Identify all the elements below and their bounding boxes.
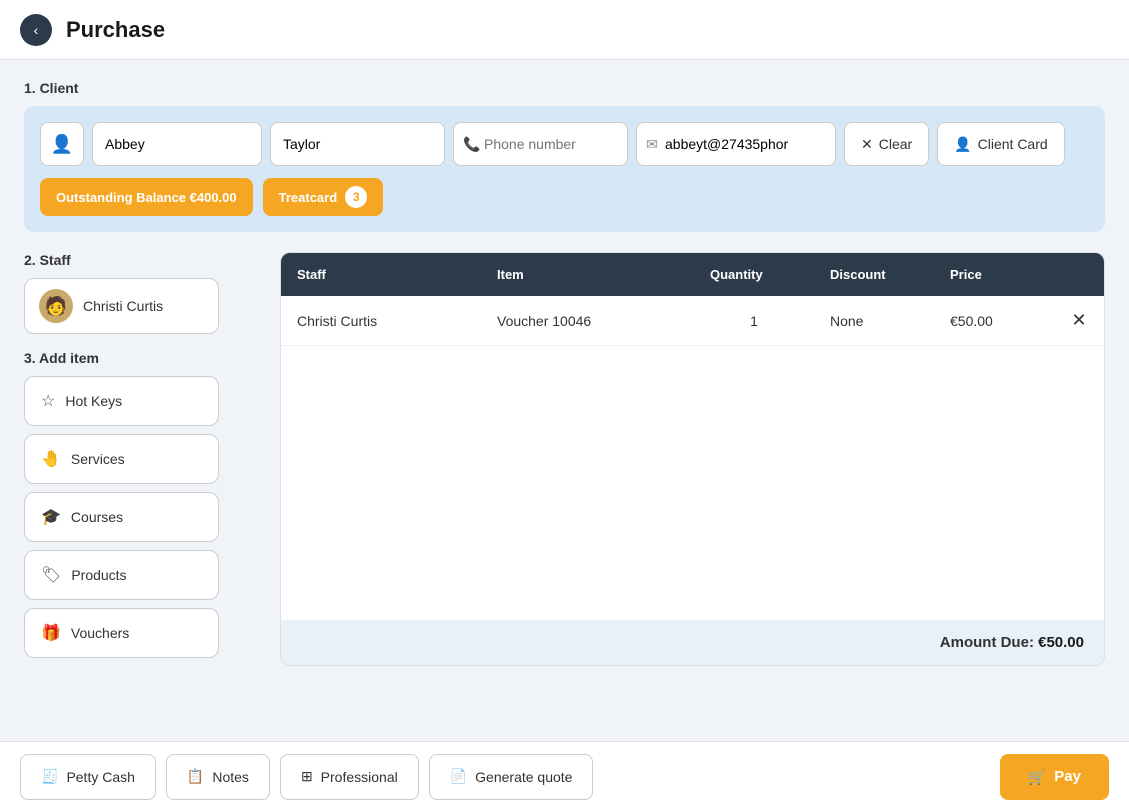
staff-select-button[interactable]: 🧑 Christi Curtis xyxy=(24,278,219,334)
notes-icon: 📋 xyxy=(187,768,204,785)
page-title: Purchase xyxy=(66,17,165,43)
client-card-button[interactable]: 👤 Client Card xyxy=(937,122,1064,166)
back-icon: ‹ xyxy=(34,22,39,38)
col-staff: Staff xyxy=(281,253,481,296)
col-actions xyxy=(1054,253,1104,296)
avatar: 🧑 xyxy=(39,289,73,323)
back-button[interactable]: ‹ xyxy=(20,14,52,46)
quote-icon: 📄 xyxy=(450,768,467,785)
col-discount: Discount xyxy=(814,253,934,296)
petty-cash-label: Petty Cash xyxy=(66,769,134,785)
card-icon: 👤 xyxy=(954,136,971,153)
professional-label: Professional xyxy=(321,769,398,785)
client-badges: Outstanding Balance €400.00 Treatcard 3 xyxy=(40,178,1089,216)
cart-icon: 🛒 xyxy=(1028,768,1047,786)
star-icon: ☆ xyxy=(41,391,55,411)
generate-quote-button[interactable]: 📄 Generate quote xyxy=(429,754,594,800)
first-name-input[interactable] xyxy=(92,122,262,166)
vouchers-label: Vouchers xyxy=(71,625,129,641)
header: ‹ Purchase xyxy=(0,0,1129,60)
add-item-label: 3. Add item xyxy=(24,350,264,366)
professional-button[interactable]: ⊞ Professional xyxy=(280,754,419,800)
row-discount: None xyxy=(814,299,934,343)
table-spacer xyxy=(281,346,1104,620)
phone-icon: 📞 xyxy=(463,136,480,153)
courses-button[interactable]: 🎓 Courses xyxy=(24,492,219,542)
row-item: Voucher 10046 xyxy=(481,299,694,343)
client-inputs: 👤 📞 ✉ ✕ Clear 👤 Client Card xyxy=(40,122,1089,166)
last-name-input[interactable] xyxy=(270,122,445,166)
gift-icon: 🎁 xyxy=(41,623,61,643)
treatcard-count: 3 xyxy=(345,186,367,208)
main-content: 1. Client 👤 📞 ✉ ✕ Clear 👤 Client Card xyxy=(0,60,1129,741)
petty-cash-icon: 🧾 xyxy=(41,768,58,785)
table-header: Staff Item Quantity Discount Price xyxy=(281,253,1104,296)
hot-keys-label: Hot Keys xyxy=(65,393,122,409)
hand-icon: 🤚 xyxy=(41,449,61,469)
treatcard-button[interactable]: Treatcard 3 xyxy=(263,178,384,216)
delete-row-button[interactable]: ✕ xyxy=(1054,296,1104,345)
amount-due: Amount Due: €50.00 xyxy=(281,620,1104,665)
pay-button[interactable]: 🛒 Pay xyxy=(1000,754,1109,800)
services-button[interactable]: 🤚 Services xyxy=(24,434,219,484)
clear-label: Clear xyxy=(879,136,912,152)
staff-section-label: 2. Staff xyxy=(24,252,264,268)
row-staff: Christi Curtis xyxy=(281,299,481,343)
graduation-icon: 🎓 xyxy=(41,507,61,527)
courses-label: Courses xyxy=(71,509,123,525)
clear-button[interactable]: ✕ Clear xyxy=(844,122,929,166)
col-item: Item xyxy=(481,253,694,296)
client-card-label: Client Card xyxy=(978,136,1048,152)
col-price: Price xyxy=(934,253,1054,296)
notes-button[interactable]: 📋 Notes xyxy=(166,754,270,800)
generate-quote-label: Generate quote xyxy=(475,769,572,785)
staff-items-row: 2. Staff 🧑 Christi Curtis 3. Add item ☆ … xyxy=(24,252,1105,666)
amount-due-label: Amount Due: xyxy=(940,634,1038,651)
client-icon-button[interactable]: 👤 xyxy=(40,122,84,166)
notes-label: Notes xyxy=(212,769,249,785)
bottom-bar: 🧾 Petty Cash 📋 Notes ⊞ Professional 📄 Ge… xyxy=(0,741,1129,811)
services-label: Services xyxy=(71,451,125,467)
tag-icon: 🏷 xyxy=(41,565,61,585)
client-section-label: 1. Client xyxy=(24,80,1105,96)
email-input-wrapper: ✉ xyxy=(636,122,836,166)
products-label: Products xyxy=(71,567,126,583)
person-icon: 👤 xyxy=(51,134,73,155)
treatcard-label: Treatcard xyxy=(279,190,338,205)
phone-input-wrapper: 📞 xyxy=(453,122,628,166)
row-quantity: 1 xyxy=(694,299,814,343)
petty-cash-button[interactable]: 🧾 Petty Cash xyxy=(20,754,156,800)
row-price: €50.00 xyxy=(934,299,1054,343)
amount-due-value: €50.00 xyxy=(1038,634,1084,651)
email-icon: ✉ xyxy=(646,136,658,153)
products-button[interactable]: 🏷 Products xyxy=(24,550,219,600)
professional-icon: ⊞ xyxy=(301,768,313,785)
col-quantity: Quantity xyxy=(694,253,814,296)
vouchers-button[interactable]: 🎁 Vouchers xyxy=(24,608,219,658)
x-icon: ✕ xyxy=(861,136,873,153)
client-section: 👤 📞 ✉ ✕ Clear 👤 Client Card Outstandin xyxy=(24,106,1105,232)
email-input[interactable] xyxy=(636,122,836,166)
table-row: Christi Curtis Voucher 10046 1 None €50.… xyxy=(281,296,1104,346)
avatar-emoji: 🧑 xyxy=(45,296,67,317)
outstanding-balance-button[interactable]: Outstanding Balance €400.00 xyxy=(40,178,253,216)
hot-keys-button[interactable]: ☆ Hot Keys xyxy=(24,376,219,426)
add-item-section: 3. Add item ☆ Hot Keys 🤚 Services 🎓 Cour… xyxy=(24,350,264,658)
pay-label: Pay xyxy=(1054,768,1081,785)
staff-name: Christi Curtis xyxy=(83,298,163,314)
staff-column: 2. Staff 🧑 Christi Curtis 3. Add item ☆ … xyxy=(24,252,264,666)
items-table: Staff Item Quantity Discount Price Chris… xyxy=(280,252,1105,666)
